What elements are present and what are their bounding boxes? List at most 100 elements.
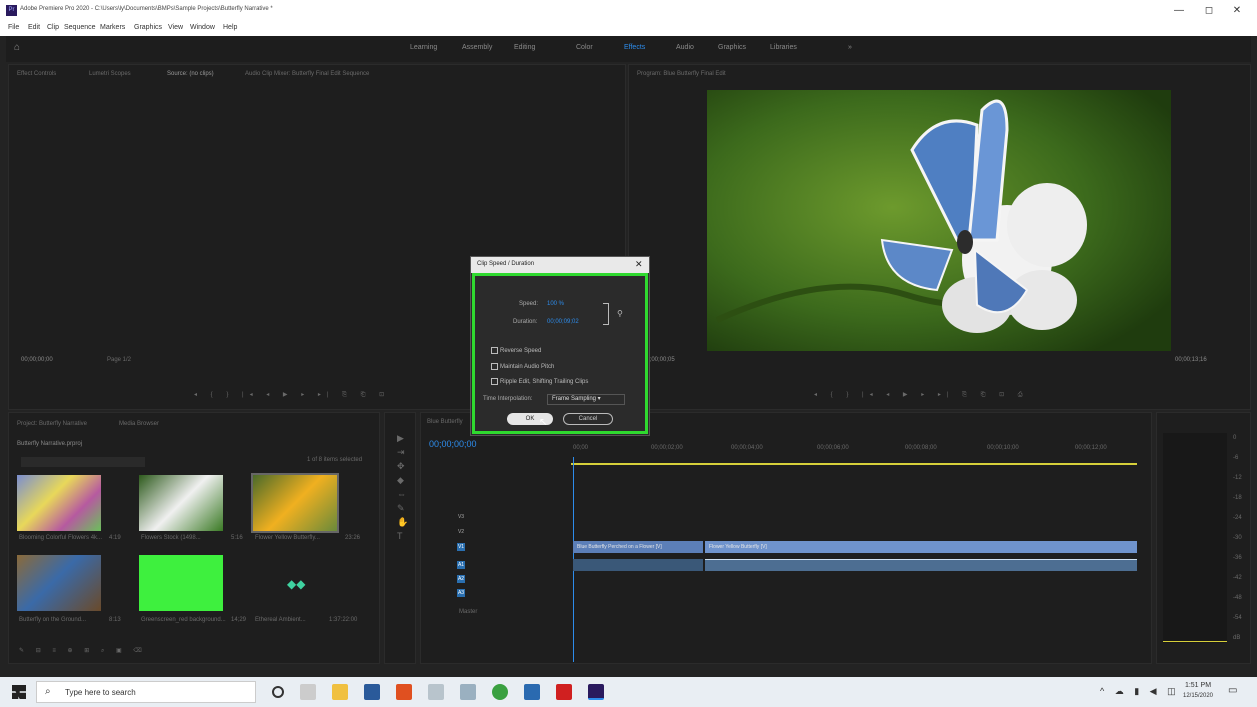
thumbnail-butterfly-ground[interactable] (17, 555, 101, 611)
item-label-1: Blooming Colorful Flowers 4k... (19, 535, 103, 541)
menu-bar: File Edit Clip Sequence Markers Graphics… (0, 22, 1257, 36)
tab-lumetri-scopes[interactable]: Lumetri Scopes (89, 71, 131, 77)
thumbnail-greenscreen[interactable] (139, 555, 223, 611)
ruler-5: 00;00;10;00 (987, 445, 1019, 451)
program-transport-controls[interactable]: ◂ { } |◂ ◂ ▶ ▸ ▸| ⎘ ⎗ ⊡ ⎙ (814, 391, 1029, 399)
chrome-icon[interactable] (492, 684, 508, 700)
tab-source[interactable]: Source: (no clips) (167, 71, 214, 77)
task-view-icon[interactable] (300, 684, 316, 700)
close-button[interactable]: ✕ (1226, 4, 1248, 18)
track-v3[interactable]: V3 (457, 513, 465, 521)
workspace-bar: ⌂ Learning Assembly Editing Color Effect… (6, 36, 1251, 62)
program-monitor-panel: Program: Blue Butterfly Final Edit 00;00… (628, 64, 1251, 410)
office-icon[interactable] (396, 684, 412, 700)
item-label-3: Flower Yellow Butterfly... (255, 535, 320, 541)
premiere-app-icon: Pr (6, 5, 17, 16)
dialog-close-icon[interactable]: ✕ (635, 259, 643, 270)
workspace-libraries[interactable]: Libraries (770, 44, 797, 51)
meter-tick-54: -54 (1233, 615, 1242, 621)
project-search-input[interactable] (21, 457, 145, 467)
clock-date[interactable]: 12/15/2020 (1180, 693, 1216, 699)
menu-markers[interactable]: Markers (100, 24, 125, 31)
meter-tick-30: -30 (1233, 535, 1242, 541)
thumbnail-audio[interactable]: ◆◆ (253, 555, 337, 611)
ruler-1: 00;00;02;00 (651, 445, 683, 451)
track-a3[interactable]: A3 (457, 589, 465, 597)
window-title: Adobe Premiere Pro 2020 - C:\Users\ly\Do… (20, 6, 273, 12)
audio-waveform-icon: ◆◆ (287, 577, 306, 591)
workspace-editing[interactable]: Editing (514, 44, 535, 51)
item-label-4: Butterfly on the Ground... (19, 617, 87, 623)
tools-panel: ▶ ⇥ ✥ ◆ ⇔ ✎ ✋ T (384, 412, 416, 664)
menu-help[interactable]: Help (223, 24, 237, 31)
taskbar-search-box[interactable]: ⌕ Type here to search (36, 681, 256, 703)
sequence-tab[interactable]: Blue Butterfly (427, 419, 463, 425)
source-fit-dropdown[interactable]: Page 1/2 (107, 357, 131, 363)
media-browser-tab[interactable]: Media Browser (119, 421, 159, 427)
clock-time[interactable]: 1:51 PM (1180, 682, 1216, 689)
tab-effect-controls[interactable]: Effect Controls (17, 71, 56, 77)
windows-taskbar: ⌕ Type here to search ^ ☁ ▮ ◀ ◫ 1:51 PM … (0, 677, 1257, 707)
track-a1[interactable]: A1 (457, 561, 465, 569)
ruler-6: 00;00;12;00 (1075, 445, 1107, 451)
minimize-button[interactable]: — (1168, 4, 1190, 18)
workspace-assembly[interactable]: Assembly (462, 44, 492, 51)
source-transport-controls[interactable]: ◂ { } |◂ ◂ ▶ ▸ ▸| ⎘ ⎗ ⊡ (194, 391, 390, 399)
thumbnail-flowers-2[interactable] (139, 475, 223, 531)
thumbnail-yellow-butterfly[interactable] (251, 473, 339, 533)
photos-icon[interactable] (460, 684, 476, 700)
premiere-taskbar-icon[interactable] (588, 684, 604, 700)
project-footer-tools[interactable]: ✎ ⊟ ≡ ⊕ ⊞ ⌕ ▣ ⌫ (19, 647, 147, 655)
track-v1[interactable]: V1 (457, 543, 465, 551)
timeline-timecode[interactable]: 00;00;00;00 (429, 439, 477, 449)
audio-meter-bars (1163, 433, 1227, 643)
clip-v1-blue-butterfly[interactable]: Blue Butterfly Perched on a Flower [V] (573, 541, 703, 553)
mail-icon[interactable] (364, 684, 380, 700)
work-area-bar[interactable] (571, 463, 1137, 465)
project-tab[interactable]: Project: Butterfly Narrative (17, 421, 87, 427)
notifications-icon[interactable]: ▭ (1228, 685, 1237, 696)
bin-name: Butterfly Narrative.prproj (17, 441, 83, 447)
cortana-icon[interactable] (272, 686, 284, 698)
thumbnail-flowers-1[interactable] (17, 475, 101, 531)
item-duration-1: 4:19 (109, 535, 121, 541)
tab-audio-clip-mixer[interactable]: Audio Clip Mixer: Butterfly Final Edit S… (245, 71, 369, 77)
menu-clip[interactable]: Clip (47, 24, 59, 31)
clip-v1-yellow-butterfly[interactable]: Flower Yellow Butterfly [V] (705, 541, 1137, 553)
track-v2[interactable]: V2 (457, 528, 465, 536)
clip-a1-audio-2[interactable] (705, 559, 1137, 571)
item-label-5: Greenscreen_red background... (141, 617, 226, 623)
file-explorer-icon[interactable] (332, 684, 348, 700)
maximize-button[interactable]: ◻ (1198, 4, 1220, 18)
menu-graphics[interactable]: Graphics (134, 24, 162, 31)
search-icon: ⌕ (45, 686, 51, 697)
ruler-2: 00;00;04;00 (731, 445, 763, 451)
workspace-color[interactable]: Color (576, 44, 593, 51)
program-duration: 00;00;13;16 (1175, 357, 1207, 363)
workspace-audio[interactable]: Audio (676, 44, 694, 51)
menu-sequence[interactable]: Sequence (64, 24, 96, 31)
track-a2[interactable]: A2 (457, 575, 465, 583)
menu-file[interactable]: File (8, 24, 19, 31)
app-red-icon[interactable] (556, 684, 572, 700)
store-icon[interactable] (524, 684, 540, 700)
home-icon[interactable]: ⌂ (14, 42, 20, 53)
settings-icon[interactable] (428, 684, 444, 700)
clip-a1-audio-1[interactable] (573, 559, 703, 571)
project-panel: Project: Butterfly Narrative Media Brows… (8, 412, 380, 664)
menu-window[interactable]: Window (190, 24, 215, 31)
workspace-learning[interactable]: Learning (410, 44, 437, 51)
windows-start-icon[interactable] (12, 685, 26, 699)
program-tab[interactable]: Program: Blue Butterfly Final Edit (637, 71, 726, 77)
workspace-graphics[interactable]: Graphics (718, 44, 746, 51)
item-duration-5: 14;29 (231, 617, 247, 623)
meter-tick-48: -48 (1233, 595, 1242, 601)
menu-edit[interactable]: Edit (28, 24, 40, 31)
tool-icons[interactable]: ▶ ⇥ ✥ ◆ ⇔ ✎ ✋ T (397, 431, 408, 543)
workspace-effects[interactable]: Effects (624, 44, 645, 51)
workspace-more-icon[interactable]: » (848, 44, 852, 51)
system-tray-icons[interactable]: ^ ☁ ▮ ◀ ◫ (1100, 686, 1180, 697)
menu-view[interactable]: View (168, 24, 183, 31)
selection-count: 1 of 8 items selected (307, 457, 363, 463)
meter-tick-42: -42 (1233, 575, 1242, 581)
